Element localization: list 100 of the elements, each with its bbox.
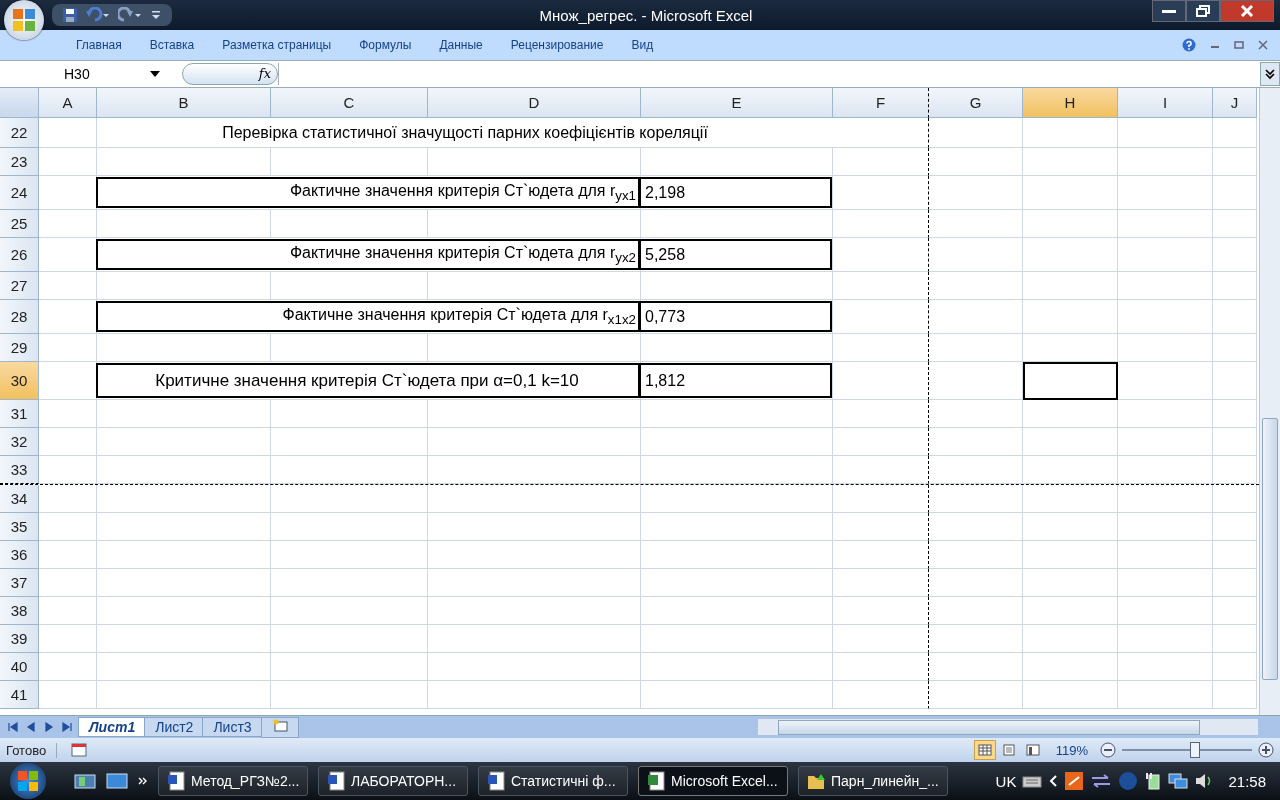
power-plug-icon[interactable] — [1144, 771, 1163, 791]
grid-cell[interactable] — [833, 362, 929, 400]
taskbar-button[interactable]: Парн_линейн_... — [798, 766, 948, 796]
row-header[interactable]: 26 — [0, 238, 39, 272]
row-header[interactable]: 40 — [0, 653, 39, 681]
row-header[interactable]: 32 — [0, 428, 39, 456]
column-header[interactable]: D — [428, 88, 641, 118]
more-icon[interactable] — [138, 776, 148, 786]
horizontal-scrollbar[interactable] — [758, 719, 1258, 735]
sheet-tab[interactable]: Лист2 — [144, 717, 205, 737]
grid-cell[interactable] — [833, 597, 929, 625]
grid-cell[interactable] — [833, 653, 929, 681]
restore-icon[interactable] — [1234, 40, 1244, 50]
grid-cell[interactable] — [833, 210, 929, 238]
row-header[interactable]: 27 — [0, 272, 39, 300]
insert-function-button[interactable]: fx — [182, 63, 278, 85]
row-header[interactable]: 35 — [0, 513, 39, 541]
select-all-corner[interactable] — [0, 88, 39, 118]
grid-cell[interactable] — [833, 541, 929, 569]
row-header[interactable]: 22 — [0, 118, 39, 148]
grid-cell[interactable] — [833, 428, 929, 456]
ribbon-tab[interactable]: Формулы — [345, 38, 426, 52]
transfer-arrows-icon[interactable] — [1090, 773, 1113, 789]
row-header[interactable]: 25 — [0, 210, 39, 238]
row-header[interactable]: 34 — [0, 485, 39, 513]
ribbon-tab[interactable]: Данные — [425, 38, 497, 52]
row-header[interactable]: 24 — [0, 176, 39, 210]
ribbon-tab[interactable]: Рецензирование — [496, 38, 618, 52]
help-icon[interactable] — [1182, 38, 1196, 52]
grid-cell[interactable] — [833, 485, 929, 513]
row-header[interactable]: 41 — [0, 681, 39, 709]
vertical-scrollbar[interactable] — [1259, 88, 1280, 715]
view-button[interactable] — [973, 740, 996, 760]
column-header[interactable]: F — [833, 88, 929, 118]
keyboard-icon[interactable] — [1022, 773, 1043, 789]
grid-cell[interactable] — [833, 625, 929, 653]
row-header[interactable]: 36 — [0, 541, 39, 569]
column-header[interactable]: G — [929, 88, 1023, 118]
show-desktop-icon[interactable] — [106, 772, 128, 790]
zoom-level[interactable]: 119% — [1049, 742, 1094, 758]
grid-cell[interactable] — [833, 456, 929, 484]
column-header[interactable]: E — [641, 88, 833, 118]
sheet-tab[interactable]: Лист1 — [78, 717, 147, 737]
row-header[interactable]: 39 — [0, 625, 39, 653]
taskbar-button[interactable]: ЛАБОРАТОРН... — [318, 766, 468, 796]
taskbar-button[interactable]: Метод_РГЗ№2... — [158, 766, 308, 796]
sheet-nav-icon[interactable] — [62, 722, 72, 732]
zoom-out-icon[interactable] — [1100, 742, 1116, 758]
taskbar-button[interactable]: Статистичні ф... — [478, 766, 628, 796]
row-header[interactable]: 38 — [0, 597, 39, 625]
row-header[interactable]: 28 — [0, 300, 39, 334]
sheet-nav-icon[interactable] — [8, 722, 18, 732]
column-header[interactable]: C — [271, 88, 428, 118]
row-header[interactable]: 23 — [0, 148, 39, 176]
zoom-in-icon[interactable] — [1258, 742, 1274, 758]
chevron-left-icon[interactable] — [1048, 774, 1059, 788]
grid-cell[interactable] — [833, 272, 929, 300]
row-header[interactable]: 30 — [0, 362, 39, 400]
column-header[interactable]: J — [1213, 88, 1257, 118]
scroll-thumb[interactable] — [1262, 418, 1278, 680]
network-icon[interactable] — [1168, 771, 1189, 791]
row-header[interactable]: 33 — [0, 456, 39, 484]
app-tray-icon[interactable] — [1064, 771, 1085, 791]
grid-cell[interactable] — [833, 513, 929, 541]
ribbon-tab[interactable]: Разметка страницы — [208, 38, 346, 52]
row-header[interactable]: 31 — [0, 400, 39, 428]
grid-cell[interactable] — [833, 148, 929, 176]
row-header[interactable]: 29 — [0, 334, 39, 362]
office-button[interactable] — [4, 0, 44, 40]
grid-cell[interactable] — [833, 118, 929, 148]
start-button[interactable] — [10, 763, 46, 799]
name-box[interactable]: H30 — [0, 63, 168, 85]
active-cell[interactable] — [1023, 362, 1118, 400]
column-header[interactable]: A — [39, 88, 97, 118]
customize-caret-icon[interactable] — [150, 8, 162, 22]
grid-cell[interactable] — [833, 238, 929, 272]
close-button[interactable] — [1220, 0, 1274, 22]
grid-cell[interactable] — [833, 176, 929, 210]
scroll-thumb[interactable] — [778, 720, 1200, 735]
undo-icon[interactable] — [86, 7, 110, 23]
save-icon[interactable] — [62, 7, 78, 23]
insert-sheet-tab[interactable] — [260, 716, 299, 738]
grid-cell[interactable] — [833, 300, 929, 334]
ribbon-tab[interactable]: Вставка — [135, 38, 209, 52]
ribbon-tab[interactable]: Вид — [617, 38, 668, 52]
grid-cell[interactable] — [833, 334, 929, 362]
minimize-button[interactable] — [1152, 0, 1186, 22]
column-header[interactable]: H — [1023, 88, 1118, 118]
redo-icon[interactable] — [118, 7, 142, 23]
taskbar-button[interactable]: Microsoft Excel... — [638, 766, 788, 796]
column-header[interactable]: I — [1118, 88, 1213, 118]
close-icon[interactable] — [1258, 40, 1268, 50]
column-header[interactable]: B — [97, 88, 271, 118]
switch-windows-icon[interactable] — [74, 772, 96, 790]
ribbon-tab[interactable]: Главная — [62, 38, 136, 52]
row-header[interactable]: 37 — [0, 569, 39, 597]
sheet-tab[interactable]: Лист3 — [202, 717, 263, 737]
expand-formula-button[interactable] — [1260, 62, 1280, 86]
language-indicator[interactable]: UK — [995, 772, 1017, 790]
grid-cell[interactable] — [833, 569, 929, 597]
